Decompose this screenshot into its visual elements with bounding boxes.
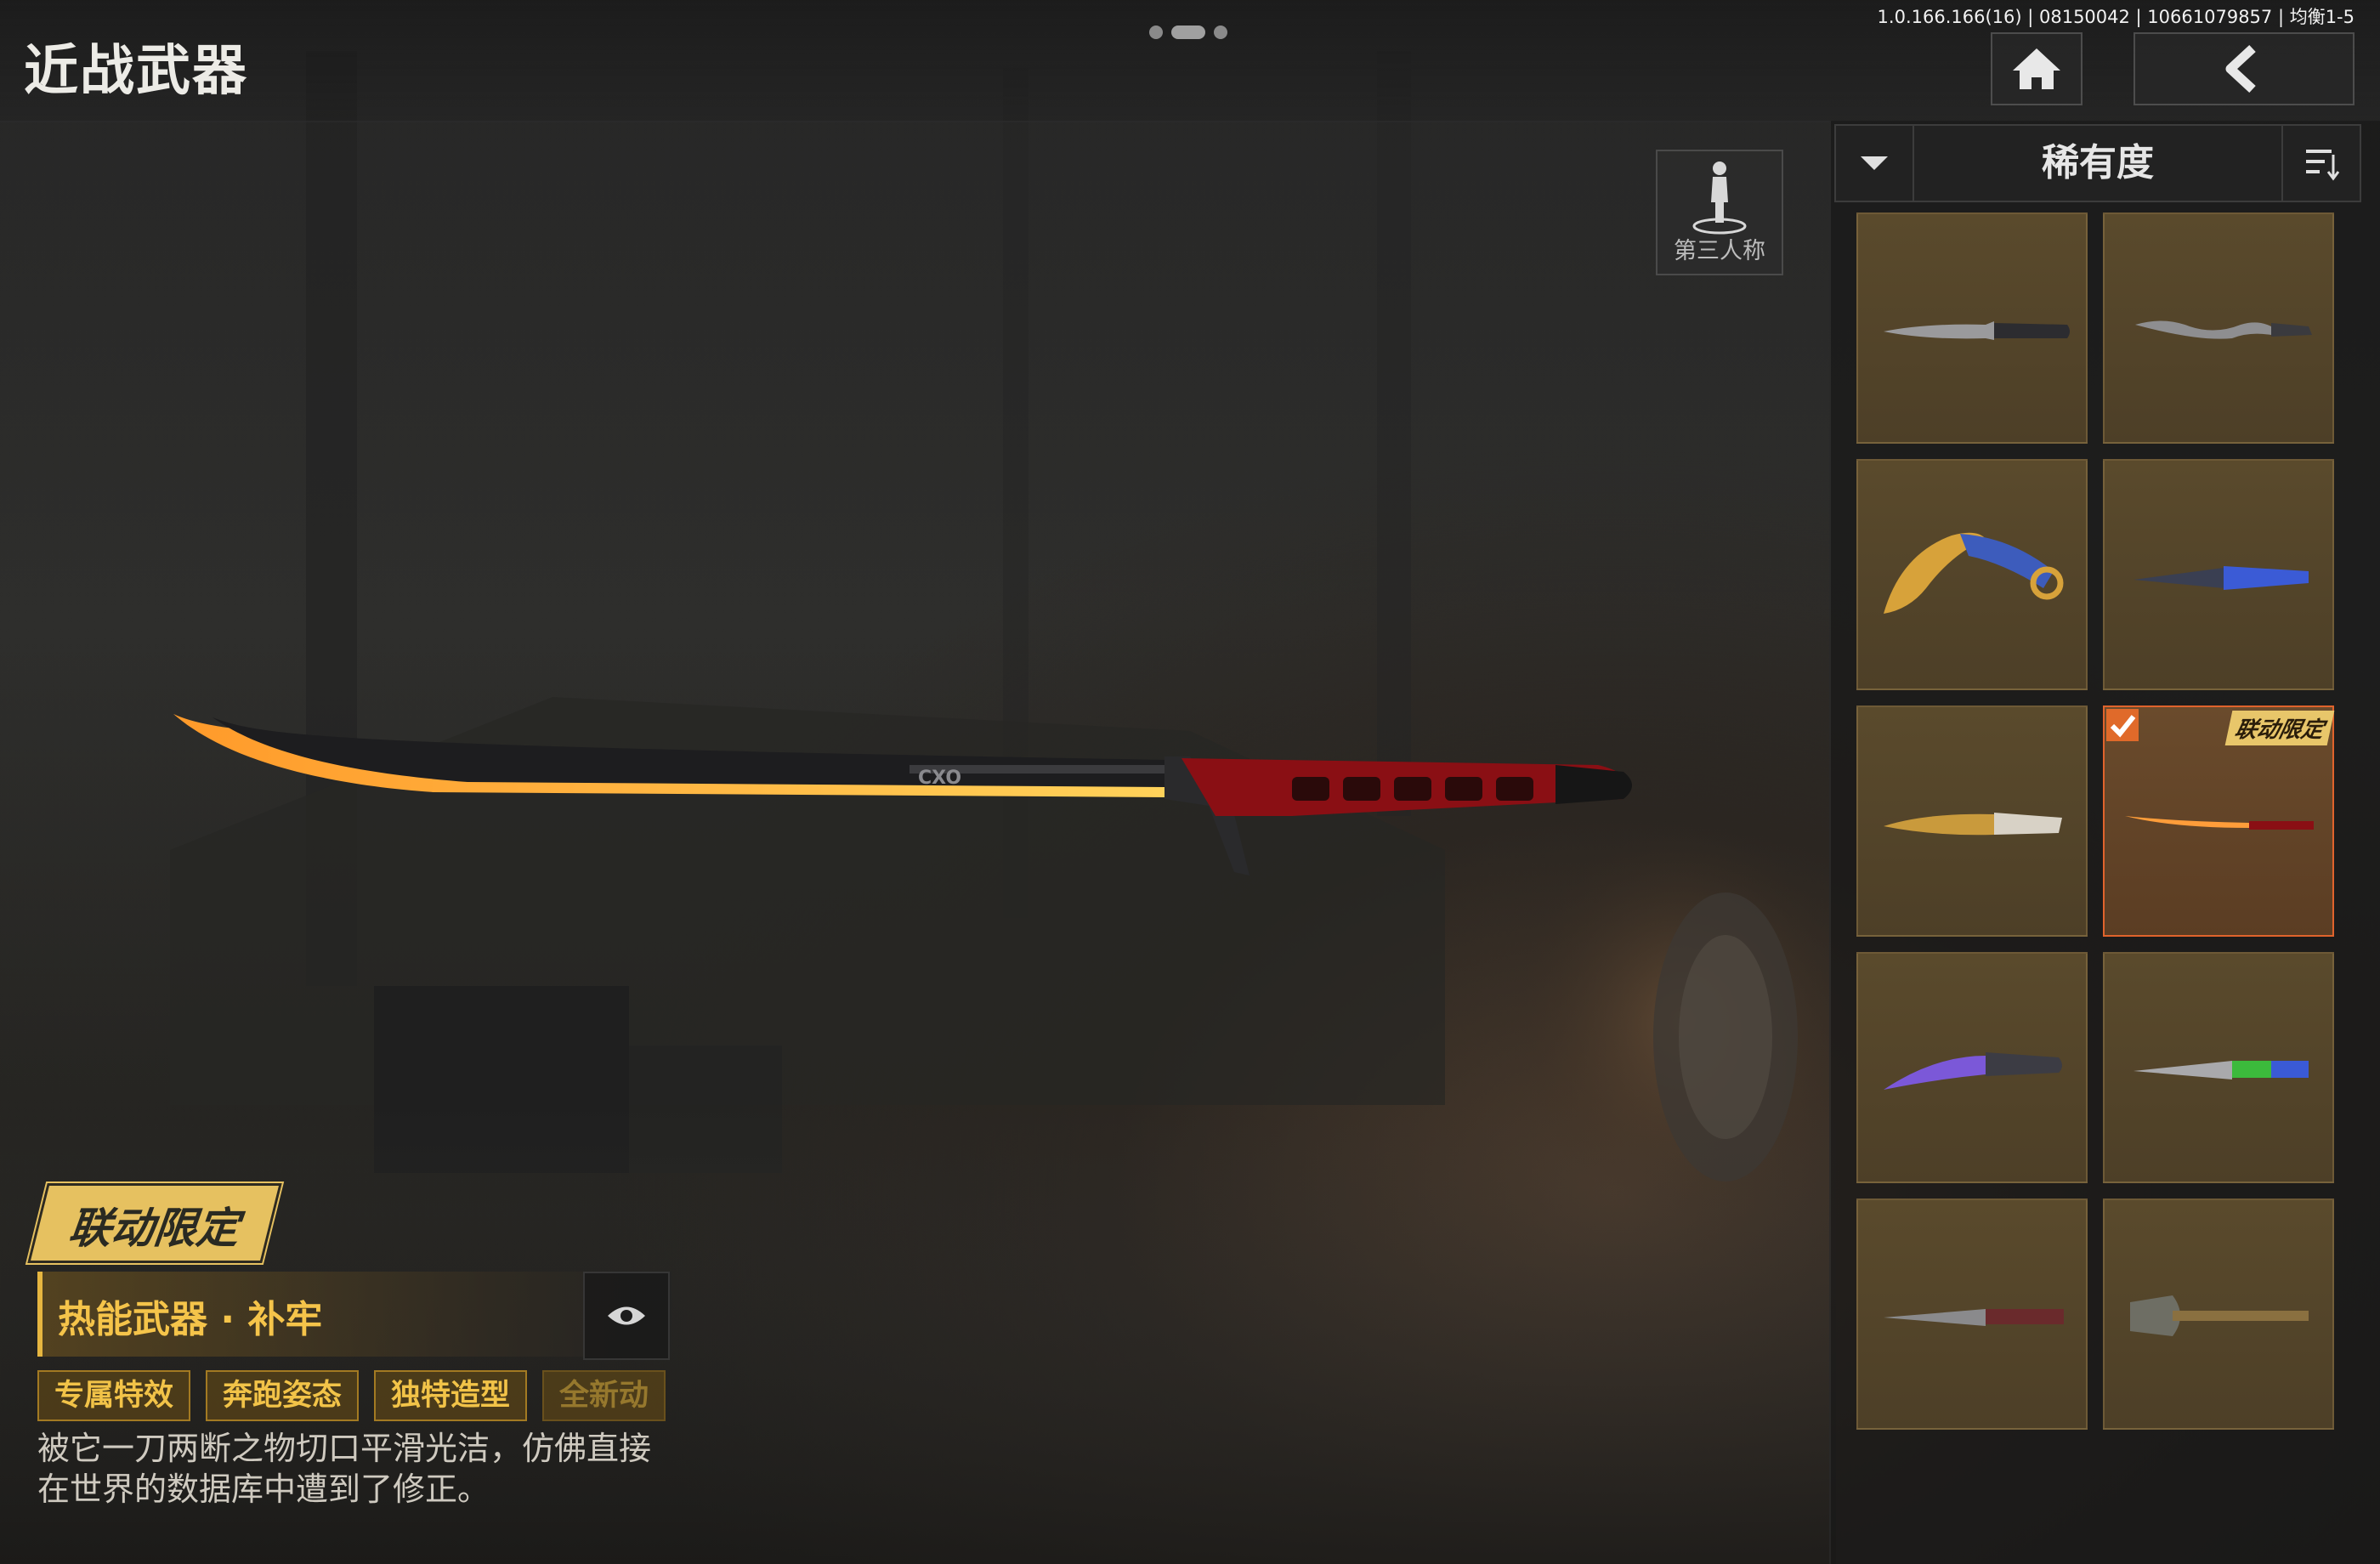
description-line-1: 被它一刀两断之物切口平滑光洁，仿佛直接: [37, 1430, 652, 1467]
wavy-dagger-icon: [2135, 320, 2312, 339]
preview-button[interactable]: [583, 1272, 670, 1360]
svg-text:CXO: CXO: [918, 768, 961, 789]
weapon-slot-blue-bayonet[interactable]: [2103, 952, 2334, 1183]
chevron-down-icon: [1861, 156, 1888, 170]
weapon-slot-serrated-dagger[interactable]: [1856, 212, 2088, 444]
shovel-icon: [2130, 1295, 2309, 1336]
sort-order-button[interactable]: [2281, 126, 2360, 201]
katana-render: CXO: [173, 714, 1632, 876]
weapon-slot-golden-karambit[interactable]: [1856, 459, 2088, 690]
weapon-slot-blue-tactical-knife[interactable]: [2103, 459, 2334, 690]
back-button[interactable]: [2134, 32, 2354, 105]
weapon-description: 被它一刀两断之物切口平滑光洁，仿佛直接 在世界的数据库中遭到了修正。: [37, 1428, 683, 1510]
combat-knife-icon: [1884, 813, 2062, 836]
bayonet-icon: [2134, 1061, 2309, 1080]
sort-bar: 稀有度: [1834, 124, 2361, 202]
weapon-slot-thermal-katana[interactable]: 联动限定: [2103, 706, 2335, 937]
eye-icon: [608, 1306, 645, 1325]
selected-check: [2106, 709, 2139, 741]
page-indicator: [1149, 26, 1227, 39]
sort-dropdown-toggle[interactable]: [1836, 126, 1914, 201]
sort-label[interactable]: 稀有度: [1914, 126, 2281, 201]
page-title: 近战武器: [24, 40, 248, 103]
serrated-knife-icon: [1884, 1309, 2064, 1326]
collab-limited-badge-large: 联动限定: [27, 1183, 282, 1263]
view-toggle-label: 第三人称: [1674, 238, 1765, 264]
dagger-icon: [1884, 321, 2070, 340]
tag-exclusive-effects: 专属特效: [37, 1370, 191, 1421]
weapon-slot-golden-combat-knife[interactable]: [1856, 706, 2088, 937]
weapon-slot-red-serrated-knife[interactable]: [1856, 1198, 2088, 1430]
home-button[interactable]: [1991, 32, 2082, 105]
weapon-slot-purple-kukri[interactable]: [1856, 952, 2088, 1183]
checkmark-icon: [2110, 715, 2136, 738]
karambit-icon: [1884, 532, 2064, 614]
tag-running-pose: 奔跑姿态: [206, 1370, 360, 1421]
weapon-name: 热能武器 · 补牢: [58, 1298, 323, 1341]
collab-limited-badge: 联动限定: [2224, 711, 2335, 745]
back-arrow-icon: [2225, 44, 2256, 94]
description-line-2: 在世界的数据库中遭到了修正。: [37, 1470, 490, 1508]
badge-label: 联动限定: [65, 1204, 242, 1253]
tag-new-animation: 全新动: [542, 1370, 666, 1421]
tag-unique-design: 独特造型: [374, 1370, 528, 1421]
weapon-list-panel: 稀有度 联动限定: [1829, 121, 2380, 1564]
tactical-knife-icon: [2134, 566, 2309, 590]
home-icon: [2013, 48, 2060, 89]
third-person-view-button[interactable]: 第三人称: [1656, 150, 1783, 275]
weapon-slot-shovel[interactable]: [2103, 1198, 2334, 1430]
feature-tags: 专属特效 奔跑姿态 独特造型 全新动: [37, 1370, 666, 1423]
kukri-icon: [1884, 1052, 2062, 1090]
sort-icon: [2306, 150, 2340, 181]
person-icon: [1692, 162, 1747, 235]
weapon-name-bar: 热能武器 · 补牢: [37, 1272, 672, 1357]
version-info: 1.0.166.166(16) | 08150042 | 10661079857…: [1877, 7, 2354, 27]
weapon-slot-wavy-dagger[interactable]: [2103, 212, 2334, 444]
